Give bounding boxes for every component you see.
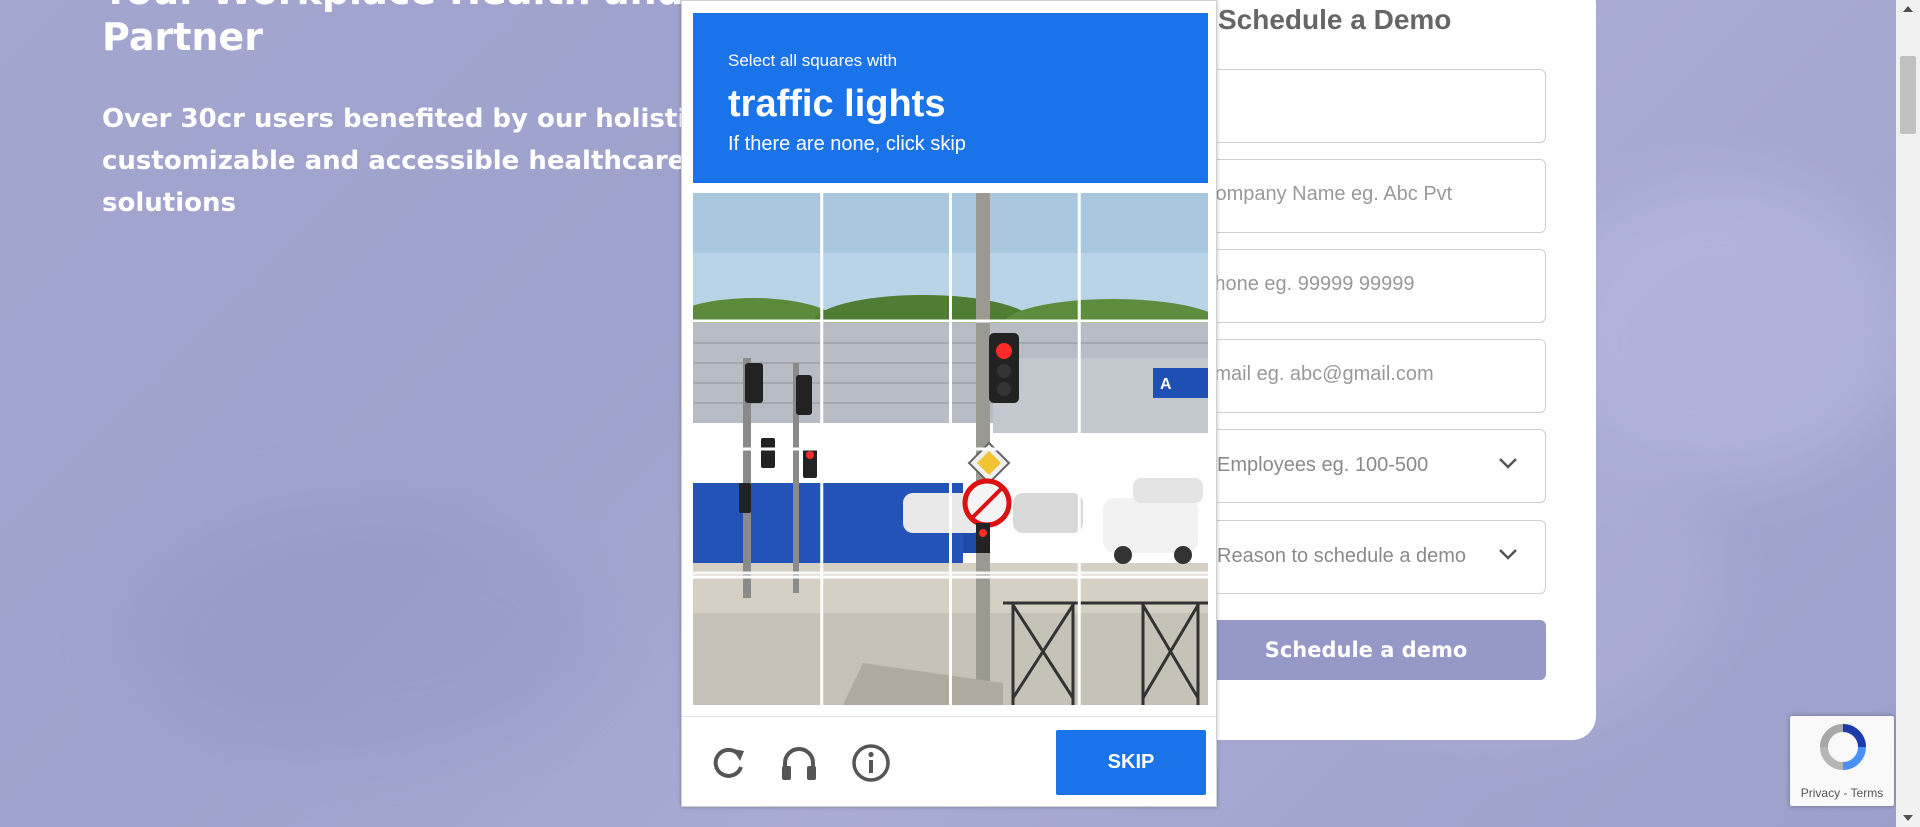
captcha-tile-10[interactable] [822,449,948,575]
captcha-instructions: Select all squares with traffic lights I… [693,13,1208,183]
badge-privacy-terms[interactable]: Privacy - Terms [1790,786,1894,800]
headphones-icon[interactable] [779,743,819,783]
chevron-down-icon [1499,458,1517,469]
skip-button[interactable]: SKIP [1056,730,1206,795]
captcha-tile-14[interactable] [822,577,948,703]
captcha-image-grid: A [693,193,1208,705]
email-field[interactable] [1186,339,1546,413]
captcha-skip-hint: If there are none, click skip [728,133,966,155]
captcha-tile-7[interactable] [951,321,1077,447]
email-input[interactable] [1199,362,1503,387]
recaptcha-challenge: Select all squares with traffic lights I… [681,0,1217,807]
scroll-up-arrow-icon[interactable] [1903,6,1913,12]
captcha-instruction-text: Select all squares with [728,51,898,70]
phone-field[interactable] [1186,249,1546,323]
hero-subtitle-line2: customizable and accessible healthcare s… [102,146,686,218]
captcha-tile-9[interactable] [693,449,819,575]
captcha-tile-8[interactable] [1080,321,1206,447]
hero-title-line2: Partner [102,15,263,59]
captcha-tile-1[interactable] [693,193,819,319]
company-field[interactable] [1186,159,1546,233]
captcha-tile-5[interactable] [693,321,819,447]
captcha-tile-6[interactable] [822,321,948,447]
form-title: Schedule a Demo [1218,4,1452,35]
schedule-demo-button[interactable]: Schedule a demo [1186,620,1546,680]
chevron-down-icon [1499,549,1517,560]
captcha-footer: SKIP [682,716,1216,807]
captcha-tile-15[interactable] [951,577,1077,703]
phone-input[interactable] [1199,272,1503,297]
captcha-tile-4[interactable] [1080,193,1206,319]
recaptcha-logo-icon [1820,724,1866,770]
employees-select[interactable]: Employees eg. 100-500 [1186,429,1546,503]
employees-select-value: Employees eg. 100-500 [1217,454,1429,476]
captcha-tile-3[interactable] [951,193,1077,319]
reason-select-value: Reason to schedule a demo [1217,545,1467,567]
page-scrollbar[interactable] [1896,0,1920,827]
scrollbar-thumb[interactable] [1900,56,1916,134]
recaptcha-badge[interactable]: Privacy - Terms [1790,716,1894,806]
hero-subtitle-line1: Over 30cr users benefited by our holisti… [102,104,712,134]
captcha-tile-2[interactable] [822,193,948,319]
bg-shape [120,500,600,760]
captcha-tile-12[interactable] [1080,449,1206,575]
captcha-target-text: traffic lights [728,83,946,125]
captcha-tile-11[interactable] [951,449,1077,575]
demo-form-card: Schedule a Demo Employees eg. 100-500 Re… [1156,0,1596,740]
hero-subtitle: Over 30cr users benefited by our holisti… [102,98,742,224]
name-input[interactable] [1199,92,1503,117]
company-input[interactable] [1199,182,1503,207]
info-icon[interactable] [851,743,891,783]
captcha-tile-16[interactable] [1080,577,1206,703]
page: Your Workplace Health and Wellness Partn… [0,0,1920,827]
bg-shape [1550,180,1910,480]
captcha-tile-13[interactable] [693,577,819,703]
name-field[interactable] [1186,69,1546,143]
reason-select[interactable]: Reason to schedule a demo [1186,520,1546,594]
scroll-down-arrow-icon[interactable] [1903,815,1913,821]
reload-icon[interactable] [708,743,748,783]
